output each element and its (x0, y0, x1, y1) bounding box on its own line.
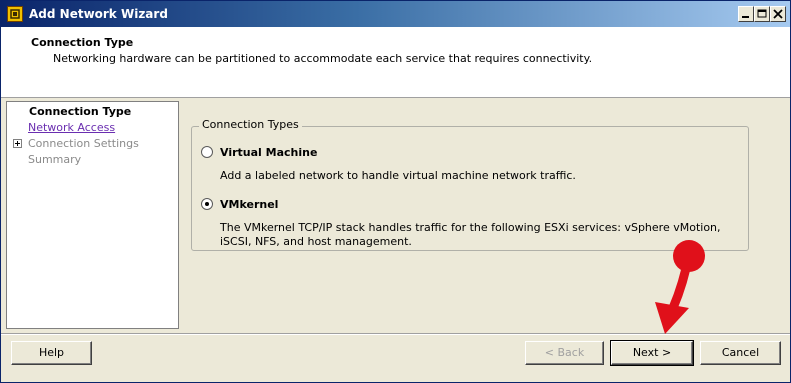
help-button[interactable]: Help (11, 341, 92, 365)
group-legend: Connection Types (199, 118, 302, 131)
minimize-button[interactable] (738, 6, 754, 22)
back-button[interactable]: < Back (525, 341, 604, 365)
cancel-button[interactable]: Cancel (700, 341, 781, 365)
wizard-steps-panel: Connection Type Network Access Connectio… (6, 101, 179, 329)
virtual-machine-description: Add a labeled network to handle virtual … (220, 169, 576, 182)
red-arrow-pointer-icon (655, 240, 705, 334)
step-summary: Summary (28, 153, 82, 166)
close-button[interactable] (770, 6, 786, 22)
step-network-access-link[interactable]: Network Access (28, 121, 115, 134)
wizard-window: Add Network Wizard Connection Type Netwo… (0, 0, 791, 383)
vmkernel-label[interactable]: VMkernel (220, 198, 278, 211)
page-title: Connection Type (31, 36, 134, 49)
title-bar[interactable]: Add Network Wizard (1, 1, 790, 27)
virtual-machine-label[interactable]: Virtual Machine (220, 146, 317, 159)
wizard-header: Connection Type Networking hardware can … (1, 27, 790, 98)
next-button[interactable]: Next > (610, 340, 694, 366)
vsphere-app-icon (7, 6, 23, 22)
virtual-machine-radio[interactable] (201, 146, 213, 158)
expand-plus-icon[interactable] (13, 139, 22, 148)
window-title: Add Network Wizard (29, 7, 168, 21)
page-subtitle: Networking hardware can be partitioned t… (53, 52, 593, 65)
step-connection-settings: Connection Settings (28, 137, 139, 150)
step-connection-type: Connection Type (29, 105, 132, 118)
maximize-button[interactable] (754, 6, 770, 22)
vmkernel-radio[interactable] (201, 198, 213, 210)
